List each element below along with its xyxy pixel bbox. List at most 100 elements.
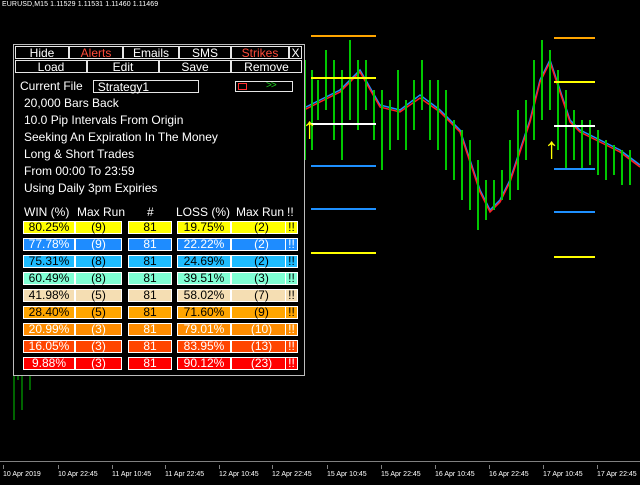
stats-cell-win: 28.40% bbox=[23, 306, 75, 319]
stats-cell-bang: !! bbox=[285, 255, 298, 268]
strategy-panel: Hide Alerts Emails SMS Strikes X Load Ed… bbox=[13, 44, 305, 376]
stats-cell-loss: 24.69% bbox=[177, 255, 231, 268]
stats-cell-run2: (10) bbox=[231, 323, 292, 336]
stats-cell-count: 81 bbox=[128, 238, 172, 251]
time-tick-8: 15 Apr 22:45 bbox=[381, 465, 421, 478]
up-arrow-icon-2: ↑ bbox=[544, 132, 559, 165]
info-line-5: From 00:00 To 23:59 bbox=[24, 164, 135, 178]
stats-cell-win: 60.49% bbox=[23, 272, 75, 285]
stats-cell-count: 81 bbox=[128, 289, 172, 302]
stats-cell-win: 77.78% bbox=[23, 238, 75, 251]
time-tick-1: 10 Apr 2019 bbox=[3, 465, 41, 478]
info-line-2: 10.0 Pip Intervals From Origin bbox=[24, 113, 184, 127]
stats-cell-bang: !! bbox=[285, 340, 298, 353]
stats-cell-loss: 22.22% bbox=[177, 238, 231, 251]
stats-cell-run2: (2) bbox=[231, 255, 292, 268]
candles bbox=[304, 40, 631, 230]
time-tick-12: 17 Apr 22:45 bbox=[597, 465, 637, 478]
time-tick-6: 12 Apr 22:45 bbox=[272, 465, 312, 478]
save-button[interactable]: Save bbox=[159, 60, 231, 74]
time-tick-7: 15 Apr 10:45 bbox=[327, 465, 367, 478]
stats-cell-run1: (5) bbox=[75, 306, 122, 319]
stats-cell-loss: 58.02% bbox=[177, 289, 231, 302]
load-button[interactable]: Load bbox=[15, 60, 87, 74]
stats-cell-run2: (9) bbox=[231, 306, 292, 319]
emails-button[interactable]: Emails bbox=[123, 46, 179, 60]
strikes-button[interactable]: Strikes bbox=[231, 46, 289, 60]
time-tick-11: 17 Apr 10:45 bbox=[543, 465, 583, 478]
pause-icon[interactable] bbox=[238, 83, 247, 90]
stats-cell-bang: !! bbox=[285, 357, 298, 370]
info-line-3: Seeking An Expiration In The Money bbox=[24, 130, 218, 144]
stats-cell-loss: 39.51% bbox=[177, 272, 231, 285]
edit-button[interactable]: Edit bbox=[87, 60, 159, 74]
stats-cell-win: 75.31% bbox=[23, 255, 75, 268]
stats-cell-win: 80.25% bbox=[23, 221, 75, 234]
fast-forward-icon[interactable]: >> bbox=[266, 80, 277, 91]
stats-cell-loss: 83.95% bbox=[177, 340, 231, 353]
sms-button[interactable]: SMS bbox=[179, 46, 231, 60]
stats-cell-win: 20.99% bbox=[23, 323, 75, 336]
stats-cell-win: 41.98% bbox=[23, 289, 75, 302]
time-tick-9: 16 Apr 10:45 bbox=[435, 465, 475, 478]
time-tick-10: 16 Apr 22:45 bbox=[489, 465, 529, 478]
stats-cell-bang: !! bbox=[285, 289, 298, 302]
info-line-1: 20,000 Bars Back bbox=[24, 96, 119, 110]
tab-row: Hide Alerts Emails SMS Strikes X bbox=[15, 46, 302, 60]
win-header: WIN (%) bbox=[24, 205, 70, 219]
stats-cell-count: 81 bbox=[128, 357, 172, 370]
stats-cell-count: 81 bbox=[128, 221, 172, 234]
stats-cell-run1: (8) bbox=[75, 255, 122, 268]
current-file-input[interactable]: Strategy1 bbox=[92, 79, 199, 93]
stats-cell-loss: 90.12% bbox=[177, 357, 231, 370]
stats-cell-count: 81 bbox=[128, 340, 172, 353]
stats-cell-loss: 79.01% bbox=[177, 323, 231, 336]
stats-cell-loss: 19.75% bbox=[177, 221, 231, 234]
stats-cell-run2: (2) bbox=[231, 238, 292, 251]
time-tick-2: 10 Apr 22:45 bbox=[58, 465, 98, 478]
info-line-4: Long & Short Trades bbox=[24, 147, 135, 161]
info-line-6: Using Daily 3pm Expiries bbox=[24, 181, 158, 195]
alerts-button[interactable]: Alerts bbox=[69, 46, 123, 60]
stats-cell-run1: (9) bbox=[75, 221, 122, 234]
stats-cell-count: 81 bbox=[128, 272, 172, 285]
loss-header: LOSS (%) bbox=[176, 205, 231, 219]
stats-cell-count: 81 bbox=[128, 255, 172, 268]
current-file-label: Current File bbox=[20, 79, 83, 93]
stats-cell-win: 9.88% bbox=[23, 357, 75, 370]
stats-cell-run2: (23) bbox=[231, 357, 292, 370]
stats-cell-win: 16.05% bbox=[23, 340, 75, 353]
stats-cell-bang: !! bbox=[285, 306, 298, 319]
stats-cell-run1: (5) bbox=[75, 289, 122, 302]
current-file-row: Current File Strategy1 bbox=[20, 78, 199, 94]
stats-cell-run1: (8) bbox=[75, 272, 122, 285]
stats-cell-run1: (3) bbox=[75, 340, 122, 353]
maxrun-header-2: Max Run bbox=[236, 205, 285, 219]
stats-cell-loss: 71.60% bbox=[177, 306, 231, 319]
close-button[interactable]: X bbox=[289, 46, 302, 60]
stats-cell-run2: (2) bbox=[231, 221, 292, 234]
time-tick-3: 11 Apr 10:45 bbox=[112, 465, 152, 478]
stats-cell-run1: (3) bbox=[75, 357, 122, 370]
hide-button[interactable]: Hide bbox=[15, 46, 69, 60]
stats-cell-bang: !! bbox=[285, 238, 298, 251]
count-header: # bbox=[147, 205, 154, 219]
chart-symbol: EURUSD,M15 1.11529 1.11531 1.11460 1.114… bbox=[2, 1, 159, 8]
time-tick-5: 12 Apr 10:45 bbox=[219, 465, 259, 478]
remove-button[interactable]: Remove bbox=[231, 60, 302, 74]
file-actions-row: Load Edit Save Remove bbox=[15, 60, 302, 74]
maxrun-header-1: Max Run bbox=[77, 205, 126, 219]
stats-cell-bang: !! bbox=[285, 323, 298, 336]
stats-cell-bang: !! bbox=[285, 221, 298, 234]
stats-cell-run2: (3) bbox=[231, 272, 292, 285]
play-control[interactable]: >> bbox=[235, 80, 293, 92]
stats-cell-run2: (13) bbox=[231, 340, 292, 353]
stats-cell-run1: (3) bbox=[75, 323, 122, 336]
time-axis: 10 Apr 2019 10 Apr 22:45 11 Apr 10:45 11… bbox=[0, 461, 640, 480]
stats-cell-count: 81 bbox=[128, 306, 172, 319]
stats-cell-count: 81 bbox=[128, 323, 172, 336]
bang-header: !! bbox=[287, 205, 294, 219]
stats-cell-run1: (9) bbox=[75, 238, 122, 251]
stats-cell-run2: (7) bbox=[231, 289, 292, 302]
stats-cell-bang: !! bbox=[285, 272, 298, 285]
